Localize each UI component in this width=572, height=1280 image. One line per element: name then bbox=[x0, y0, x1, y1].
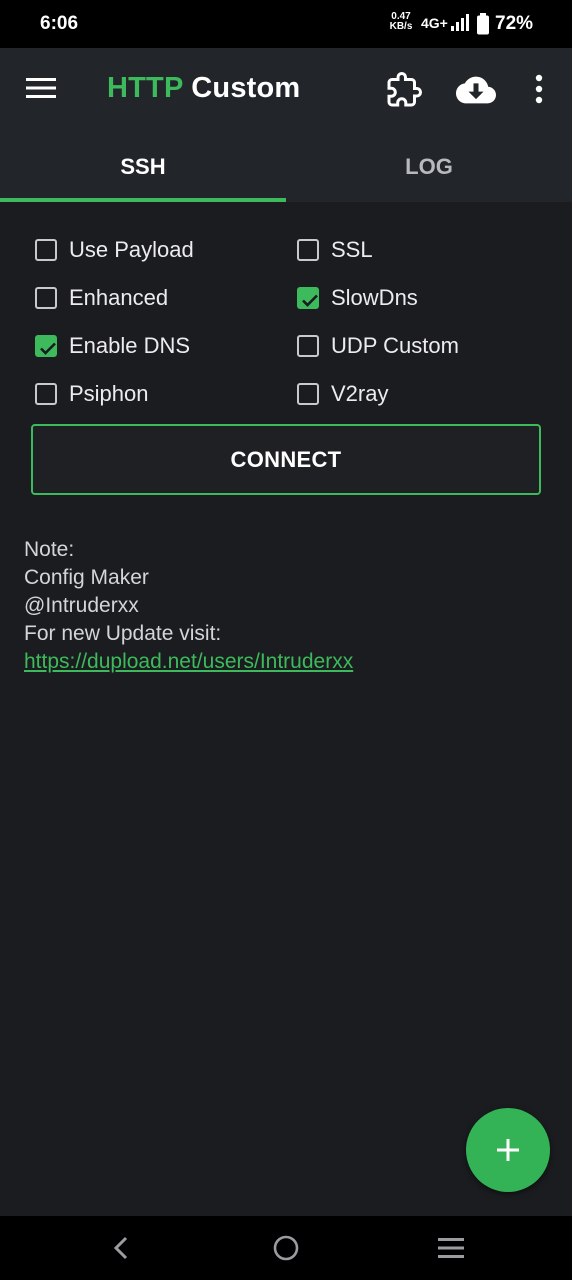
option-label: Use Payload bbox=[69, 237, 194, 262]
update-link[interactable]: https://dupload.net/users/Intruderxx bbox=[24, 650, 353, 673]
option-enhanced[interactable]: Enhanced bbox=[35, 280, 168, 316]
battery-percentage: 72% bbox=[495, 13, 534, 34]
add-fab-button[interactable] bbox=[466, 1108, 550, 1192]
status-bar: 6:06 0.47 KB/s 4G+ 72% bbox=[0, 0, 572, 48]
option-label: SSL bbox=[331, 237, 373, 262]
v2ray-checkbox[interactable] bbox=[297, 383, 319, 405]
check-icon bbox=[40, 342, 56, 355]
back-icon[interactable] bbox=[110, 1234, 134, 1262]
option-label: Enable DNS bbox=[69, 333, 191, 358]
app-title: HTTP Custom bbox=[107, 72, 300, 105]
check-icon bbox=[302, 294, 318, 307]
app-title-accent: HTTP bbox=[107, 72, 183, 104]
option-label: Psiphon bbox=[69, 381, 149, 406]
system-nav-bar bbox=[0, 1216, 572, 1280]
tab-indicator bbox=[0, 198, 286, 202]
home-icon[interactable] bbox=[272, 1234, 300, 1262]
option-udp-custom[interactable]: UDP Custom bbox=[297, 328, 459, 364]
network-speed: 0.47 KB/s bbox=[386, 12, 416, 32]
network-type: 4G+ bbox=[421, 15, 448, 31]
note-update-text: For new Update visit: bbox=[24, 622, 222, 645]
option-slowdns[interactable]: SlowDns bbox=[297, 280, 418, 316]
use-payload-checkbox[interactable] bbox=[35, 239, 57, 261]
option-use-payload[interactable]: Use Payload bbox=[35, 232, 194, 268]
option-v2ray[interactable]: V2ray bbox=[297, 376, 388, 412]
app-bar: HTTP Custom SSH LOG bbox=[0, 48, 572, 202]
option-label: SlowDns bbox=[331, 285, 418, 310]
status-time: 6:06 bbox=[40, 13, 79, 34]
option-label: UDP Custom bbox=[331, 333, 459, 358]
udp-custom-checkbox[interactable] bbox=[297, 335, 319, 357]
option-ssl[interactable]: SSL bbox=[297, 232, 373, 268]
slowdns-checkbox[interactable] bbox=[297, 287, 319, 309]
enhanced-checkbox[interactable] bbox=[35, 287, 57, 309]
option-label: Enhanced bbox=[69, 285, 169, 310]
more-vert-icon[interactable] bbox=[528, 74, 550, 104]
tab-ssh[interactable]: SSH bbox=[0, 148, 286, 200]
app-title-rest: Custom bbox=[183, 72, 301, 104]
battery-icon bbox=[477, 13, 489, 35]
connect-button[interactable]: CONNECT bbox=[31, 424, 541, 495]
option-psiphon[interactable]: Psiphon bbox=[35, 376, 149, 412]
note-heading: Note: bbox=[24, 538, 75, 561]
recents-icon[interactable] bbox=[437, 1236, 465, 1260]
menu-icon[interactable] bbox=[26, 76, 56, 100]
enable-dns-checkbox[interactable] bbox=[35, 335, 57, 357]
psiphon-checkbox[interactable] bbox=[35, 383, 57, 405]
signal-icon bbox=[451, 14, 469, 31]
cloud-download-icon[interactable] bbox=[456, 75, 496, 105]
note-config-maker: Config Maker bbox=[24, 566, 149, 589]
network-speed-unit: KB/s bbox=[389, 21, 413, 32]
option-enable-dns[interactable]: Enable DNS bbox=[35, 328, 190, 364]
option-label: V2ray bbox=[331, 381, 389, 406]
puzzle-icon[interactable] bbox=[386, 72, 422, 108]
plus-icon bbox=[497, 1139, 519, 1161]
note-text: Note: Config Maker @Intruderxx For new U… bbox=[24, 536, 353, 676]
tab-log[interactable]: LOG bbox=[286, 148, 572, 200]
note-author: @Intruderxx bbox=[24, 594, 139, 617]
ssl-checkbox[interactable] bbox=[297, 239, 319, 261]
